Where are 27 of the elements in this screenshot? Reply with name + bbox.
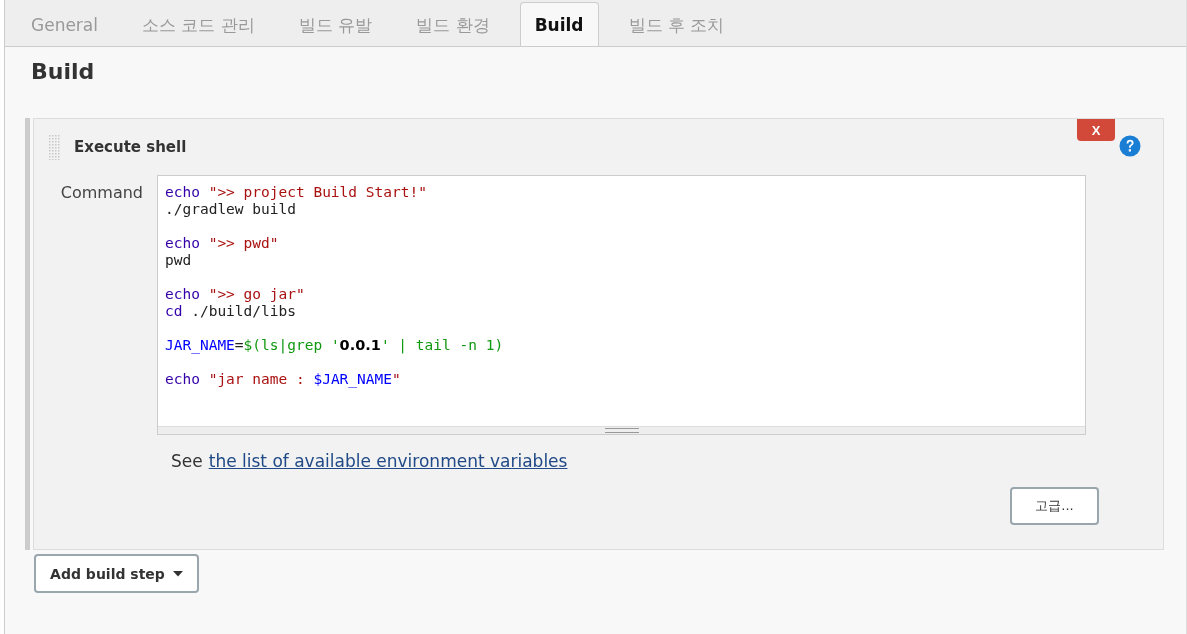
help-text: See — [171, 451, 203, 471]
tab[interactable]: 빌드 후 조치 — [606, 3, 747, 47]
code-line: pwd — [165, 252, 193, 269]
tab[interactable]: 빌드 환경 — [394, 3, 512, 47]
tab[interactable]: General — [9, 3, 120, 47]
add-build-step-button[interactable]: Add build step — [34, 554, 199, 593]
section-title: Build — [31, 59, 96, 84]
drag-handle-icon[interactable] — [48, 134, 62, 160]
code-line: echo "jar name : $JAR_NAME" — [165, 371, 402, 388]
resize-handle[interactable] — [158, 426, 1085, 434]
help-icon[interactable] — [1119, 135, 1141, 157]
code-line: JAR_NAME=$(ls|grep '0.0.1' | tail -n 1) — [165, 337, 505, 354]
code-line: echo ">> pwd" — [165, 235, 280, 252]
tab[interactable]: Build — [519, 2, 599, 46]
caret-icon — [172, 570, 183, 577]
tab[interactable]: 빌드 유발 — [276, 3, 395, 47]
code-line: echo ">> go jar" — [165, 286, 306, 303]
command-editor[interactable]: echo ">> project Build Start!" ./gradlew build echo ">> pwd" pwd echo ">> go jar" cd ./build/libs JAR_NAME=$(ls|grep '0.0.1' | tail -n 1) echo "jar name : $JAR_NAME" — [157, 175, 1086, 435]
advanced-button[interactable]: 고급... — [1010, 487, 1099, 525]
code-line: ./gradlew build — [165, 201, 297, 218]
step-title: Execute shell — [74, 138, 187, 156]
code-line: echo ">> project Build Start!" — [165, 184, 428, 201]
command-label: Command — [59, 183, 144, 202]
tab[interactable]: 소스 코드 관리 — [120, 3, 277, 47]
environment-variables-link[interactable]: the list of available environment variables — [208, 451, 568, 471]
code-line: cd ./build/libs — [165, 303, 297, 320]
delete-button[interactable]: X — [1077, 119, 1115, 141]
